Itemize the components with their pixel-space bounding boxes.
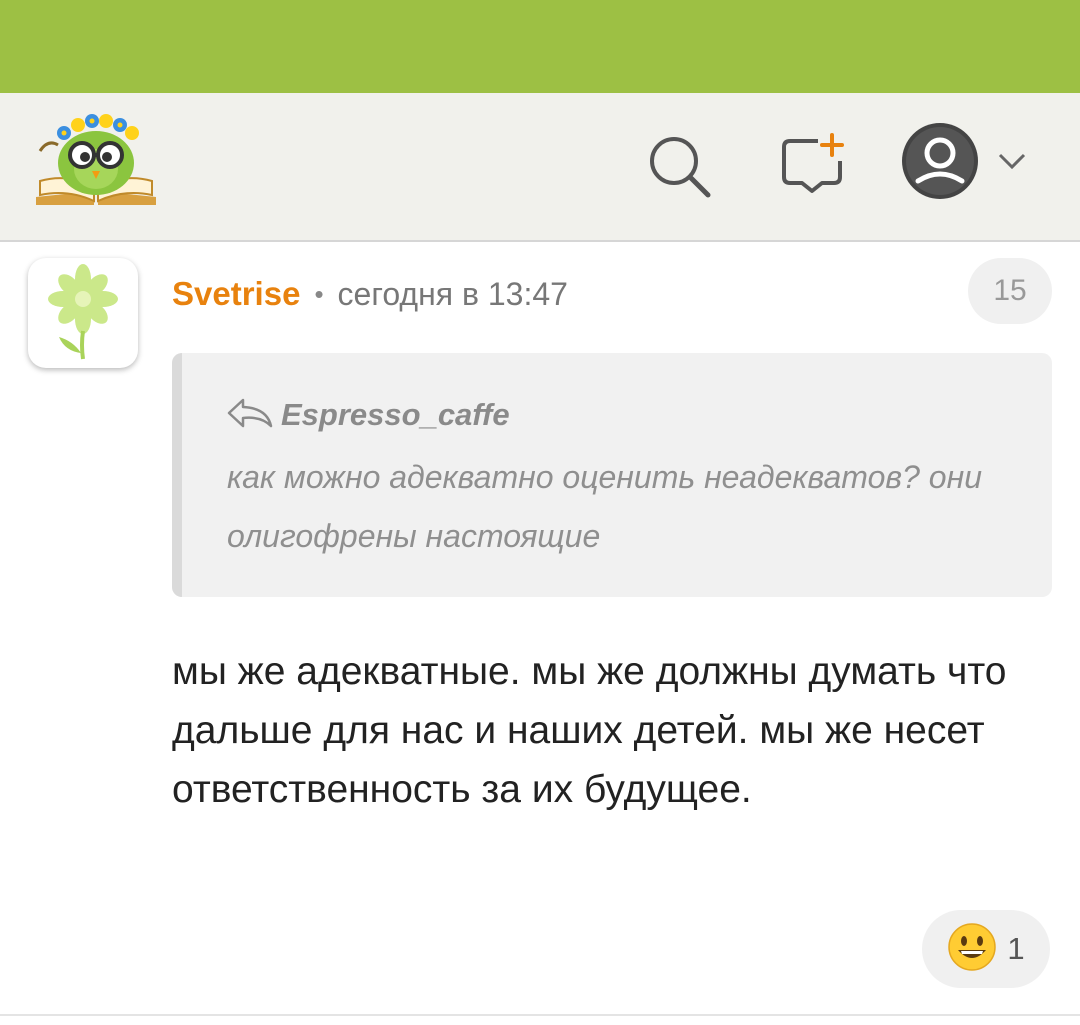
comment-card: Svetrise • сегодня в 13:47 15 Espresso_c… bbox=[0, 242, 1080, 1012]
search-button[interactable] bbox=[642, 131, 718, 207]
author-avatar[interactable] bbox=[28, 258, 138, 368]
status-bar bbox=[0, 0, 1080, 93]
new-message-icon bbox=[778, 132, 846, 206]
meta-separator: • bbox=[314, 278, 324, 309]
quote-author: Espresso_caffe bbox=[281, 397, 510, 432]
reply-arrow-icon bbox=[227, 396, 273, 435]
chevron-down-icon bbox=[996, 151, 1028, 176]
quote-author-row[interactable]: Espresso_caffe bbox=[227, 393, 510, 437]
quoted-reply[interactable]: Espresso_caffe как можно адекватно оцени… bbox=[172, 353, 1052, 597]
owl-logo-icon[interactable] bbox=[30, 111, 162, 211]
reaction-button[interactable]: 1 bbox=[922, 910, 1050, 988]
top-header bbox=[0, 93, 1080, 242]
flower-avatar-icon bbox=[43, 261, 123, 366]
comment-counter-badge[interactable]: 15 bbox=[968, 258, 1052, 324]
reaction-count: 1 bbox=[1007, 931, 1025, 966]
comment-text: мы же адекватные. мы же должны думать чт… bbox=[172, 650, 1007, 811]
comment-time: сегодня в 13:47 bbox=[337, 275, 568, 312]
quote-bar bbox=[172, 353, 182, 597]
profile-menu-button[interactable] bbox=[898, 121, 1044, 205]
search-icon bbox=[646, 133, 714, 206]
grinning-emoji-icon bbox=[947, 922, 997, 977]
comment-meta: Svetrise • сегодня в 13:47 bbox=[172, 272, 568, 316]
quote-text: как можно адекватно оценить неадекватов?… bbox=[227, 459, 982, 554]
divider bbox=[0, 1014, 1080, 1016]
user-avatar-icon bbox=[898, 119, 982, 208]
author-name[interactable]: Svetrise bbox=[172, 275, 300, 313]
new-message-button[interactable] bbox=[774, 131, 850, 207]
